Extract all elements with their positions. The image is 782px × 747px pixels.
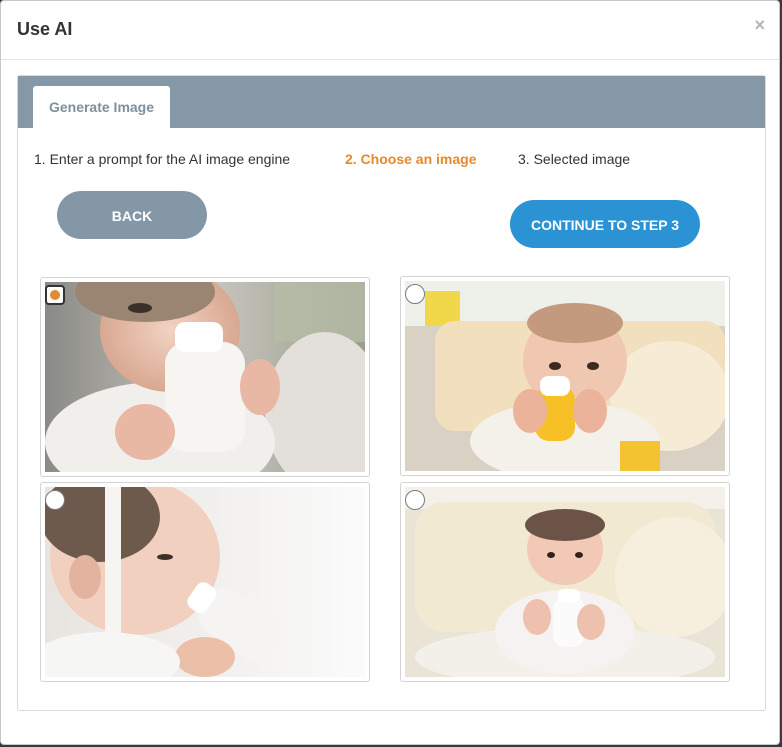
- use-ai-modal: Use AI × Generate Image 1. Enter a promp…: [0, 0, 780, 745]
- image-radio-3[interactable]: [45, 490, 65, 510]
- baby-bottle-photo-2: [405, 281, 725, 471]
- image-option-4[interactable]: [400, 482, 730, 682]
- image-option-1[interactable]: [40, 277, 370, 477]
- baby-bottle-photo-1: [45, 282, 365, 472]
- image-option-3[interactable]: [40, 482, 370, 682]
- image-option-2[interactable]: [400, 276, 730, 476]
- continue-to-step-3-button[interactable]: CONTINUE TO STEP 3: [510, 200, 700, 248]
- tab-bar: Generate Image: [18, 76, 765, 128]
- back-button[interactable]: BACK: [57, 191, 207, 239]
- modal-header: Use AI ×: [1, 1, 779, 60]
- image-radio-1[interactable]: [45, 285, 65, 305]
- step-3-label: 3. Selected image: [518, 151, 631, 167]
- image-radio-2[interactable]: [405, 284, 425, 304]
- close-icon[interactable]: ×: [754, 15, 765, 36]
- step-1-label: 1. Enter a prompt for the AI image engin…: [34, 151, 291, 167]
- generate-panel: Generate Image 1. Enter a prompt for the…: [17, 75, 766, 711]
- baby-bottle-photo-3: [45, 487, 365, 677]
- modal-title: Use AI: [17, 19, 73, 39]
- step-2-label: 2. Choose an image: [345, 151, 477, 167]
- baby-bottle-photo-4: [405, 487, 725, 677]
- image-radio-4[interactable]: [405, 490, 425, 510]
- tab-generate-image[interactable]: Generate Image: [33, 86, 170, 128]
